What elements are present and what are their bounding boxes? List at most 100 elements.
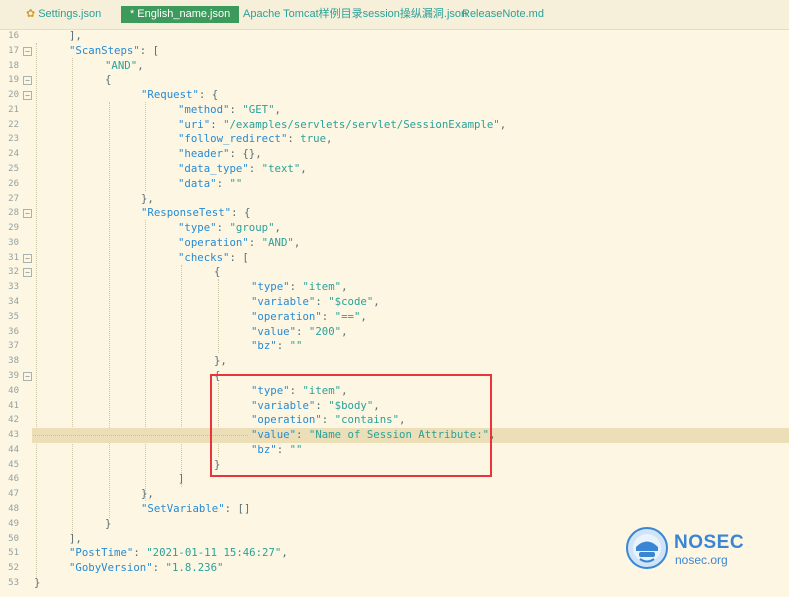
line-number: 31 — [8, 252, 19, 263]
line-number: 30 — [8, 237, 19, 248]
punctuation: , — [274, 221, 281, 235]
punctuation: : — [248, 235, 262, 249]
tab-apache-tomcat-json[interactable]: Apache Tomcat样例目录session操纵漏洞.json — [243, 6, 467, 23]
line-number: 37 — [8, 341, 19, 352]
punctuation: : — [315, 295, 329, 309]
code-line[interactable]: 19− { — [0, 73, 789, 88]
code-line[interactable]: 30 "operation": "AND", — [0, 236, 789, 251]
fold-toggle-icon[interactable]: − — [23, 371, 32, 381]
code-text: } — [34, 576, 40, 591]
json-key: "header" — [178, 147, 230, 161]
code-text: "ScanSteps": [ — [69, 44, 159, 59]
line-number: 24 — [8, 149, 19, 160]
code-editor[interactable]: 16], 17− "ScanSteps": [18 "AND", 19−{20− "Req… — [0, 29, 789, 597]
line-number: 19 — [8, 75, 19, 86]
line-number: 43 — [8, 430, 19, 441]
line-number: 27 — [8, 193, 19, 204]
punctuation: : — [133, 546, 147, 560]
json-key: "data_type" — [178, 162, 249, 176]
code-line[interactable]: 23 "follow_redirect": true, — [0, 132, 789, 147]
code-line[interactable]: 34 "variable": "$code", — [0, 295, 789, 310]
fold-toggle-icon[interactable]: − — [23, 268, 32, 278]
json-value: "item" — [302, 280, 342, 294]
punctuation: : — [210, 117, 224, 131]
line-number: 42 — [8, 415, 19, 426]
code-line[interactable]: 17− "ScanSteps": [ — [0, 44, 789, 59]
code-line[interactable]: 21 "method": "GET", — [0, 103, 789, 118]
code-line[interactable]: 32− { — [0, 265, 789, 280]
code-line[interactable]: 29 "type": "group", — [0, 221, 789, 236]
punctuation: }, — [214, 354, 227, 368]
code-line[interactable]: 22 "uri": "/examples/servlets/servlet/Ses… — [0, 118, 789, 133]
punctuation: , — [360, 309, 367, 323]
code-line[interactable]: 36 "value": "200", — [0, 325, 789, 340]
punctuation: }, — [141, 487, 154, 501]
code-text: "variable": "$code", — [251, 295, 380, 310]
line-number: 49 — [8, 518, 19, 529]
code-text: }, — [141, 192, 154, 207]
code-line[interactable]: 20− "Request": { — [0, 88, 789, 103]
punctuation: : — [248, 162, 262, 176]
line-number: 39 — [8, 370, 19, 381]
line-number: 26 — [8, 178, 19, 189]
json-value: "200" — [308, 324, 342, 338]
code-line[interactable]: 26 "data": "" — [0, 177, 789, 192]
code-text: "AND", — [105, 59, 144, 74]
nosec-logo-icon — [626, 527, 668, 569]
punctuation: , — [326, 132, 333, 146]
line-number: 53 — [8, 577, 19, 588]
line-number: 51 — [8, 548, 19, 559]
tab-english-name-json[interactable]: * English_name.json — [121, 6, 240, 23]
fold-toggle-icon[interactable]: − — [23, 91, 32, 101]
code-line[interactable]: 47}, — [0, 487, 789, 502]
code-line[interactable]: 25 "data_type": "text", — [0, 162, 789, 177]
line-number: 32 — [8, 267, 19, 278]
line-number: 20 — [8, 90, 19, 101]
line-number: 17 — [8, 45, 19, 56]
code-line[interactable]: 48 "SetVariable": [] — [0, 502, 789, 517]
fold-toggle-icon[interactable]: − — [23, 253, 32, 263]
code-line[interactable]: 18 "AND", — [0, 59, 789, 74]
code-line[interactable]: 53} — [0, 576, 789, 591]
punctuation: ], — [69, 29, 82, 42]
json-key: "PostTime" — [69, 546, 134, 560]
punctuation: : — [229, 102, 243, 116]
json-key: "GobyVersion" — [69, 561, 153, 575]
code-text: } — [105, 517, 111, 532]
punctuation: , — [341, 324, 348, 338]
fold-toggle-icon[interactable]: − — [23, 76, 32, 86]
line-number: 38 — [8, 356, 19, 367]
code-text: ], — [69, 532, 82, 547]
code-line[interactable]: 28− "ResponseTest": { — [0, 206, 789, 221]
punctuation: ], — [69, 531, 82, 545]
tab-settings-json[interactable]: ✿ Settings.json — [26, 6, 101, 23]
code-line[interactable]: 24 "header": {}, — [0, 147, 789, 162]
line-number: 18 — [8, 60, 19, 71]
punctuation: , — [281, 546, 288, 560]
json-key: "type" — [178, 221, 217, 235]
punctuation: }, — [141, 191, 154, 205]
json-value: "group" — [229, 221, 275, 235]
punctuation: : { — [198, 88, 219, 102]
code-line[interactable]: 33 "type": "item", — [0, 280, 789, 295]
tab-label: Settings.json — [38, 8, 102, 20]
code-line[interactable]: 16], — [0, 29, 789, 44]
code-text: "operation": "AND", — [178, 236, 300, 251]
code-line[interactable]: 35 "operation": "==", — [0, 310, 789, 325]
code-line[interactable]: 31− "checks": [ — [0, 251, 789, 266]
modified-marker: * — [130, 8, 135, 20]
line-number: 29 — [8, 223, 19, 234]
line-number: 22 — [8, 119, 19, 130]
code-text: { — [105, 73, 111, 88]
fold-toggle-icon[interactable]: − — [23, 209, 32, 219]
punctuation: , — [300, 162, 307, 176]
json-key: "operation" — [251, 309, 322, 323]
fold-toggle-icon[interactable]: − — [23, 46, 32, 56]
code-line[interactable]: 27}, — [0, 192, 789, 207]
code-line[interactable]: 38}, — [0, 354, 789, 369]
code-text: }, — [141, 487, 154, 502]
code-text: "type": "item", — [251, 280, 348, 295]
code-line[interactable]: 37 "bz": "" — [0, 339, 789, 354]
tab-releasenote-md[interactable]: ReleaseNote.md — [462, 6, 544, 23]
code-text: "checks": [ — [178, 251, 249, 266]
